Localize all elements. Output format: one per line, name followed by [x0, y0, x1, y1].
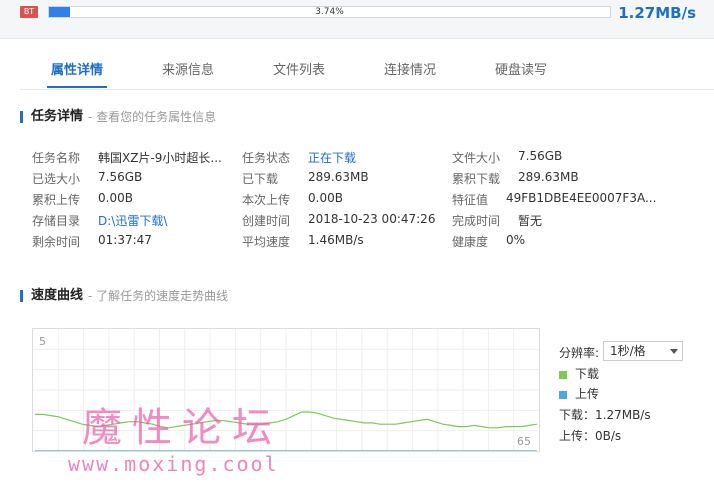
info-label: 文件大小	[452, 151, 501, 165]
info-task-name: 任务名称 韩国XZ片-9小时超长...	[32, 149, 222, 166]
tab-file-list[interactable]: 文件列表	[259, 56, 339, 90]
info-health: 健康度 0%	[452, 233, 525, 250]
info-value: 7.56GB	[518, 149, 563, 163]
legend-download-label: 下载	[575, 367, 600, 381]
info-value: 49FB1DBE4EE0007F3A...	[506, 191, 657, 205]
tab-properties[interactable]: 属性详情	[37, 56, 117, 90]
info-value: 01:37:47	[98, 233, 152, 247]
info-downloaded: 已下载 289.63MB	[242, 170, 369, 187]
info-label: 创建时间	[242, 214, 291, 228]
info-created-time: 创建时间 2018-10-23 00:47:26	[242, 212, 435, 229]
legend-upload: 上传	[559, 385, 599, 402]
task-progress-bar-area: BT 3.74% 1.27MB/s	[0, 0, 714, 39]
section-title: 任务详情	[31, 109, 84, 124]
info-label: 已下载	[242, 172, 279, 186]
info-label: 任务状态	[242, 151, 291, 165]
resolution-value: 1秒/格	[610, 344, 646, 358]
resolution-label: 分辨率:	[559, 346, 600, 360]
info-total-download: 累积下载 289.63MB	[452, 170, 579, 187]
info-value: 289.63MB	[308, 170, 369, 184]
upload-speed-readout: 上传：0B/s	[559, 429, 622, 443]
info-save-dir: 存储目录 D:\迅雷下载\	[32, 212, 167, 229]
info-total-upload: 累积上传 0.00B	[32, 191, 133, 208]
info-label: 完成时间	[452, 214, 501, 228]
info-finish-time: 完成时间 暂无	[452, 212, 542, 229]
watermark-url: www.moxing.cool	[68, 452, 279, 476]
tab-disk-io[interactable]: 硬盘读写	[481, 56, 561, 90]
tab-source-info[interactable]: 来源信息	[148, 56, 228, 90]
resolution-select[interactable]: 1秒/格	[603, 341, 683, 361]
status-value: 正在下载	[308, 151, 357, 165]
info-hash: 特征值 49FB1DBE4EE0007F3A...	[452, 191, 656, 208]
section-subtitle: - 了解任务的速度走势曲线	[88, 289, 229, 303]
chevron-down-icon	[670, 349, 678, 354]
upload-swatch	[559, 390, 567, 399]
info-task-status: 任务状态 正在下载	[242, 149, 356, 166]
current-speed: 1.27MB/s	[618, 4, 696, 22]
legend-upload-label: 上传	[575, 387, 600, 401]
info-value: 289.63MB	[518, 170, 579, 184]
info-value: 暂无	[518, 214, 543, 228]
info-value: 1.46MB/s	[308, 233, 364, 247]
info-session-upload: 本次上传 0.00B	[242, 191, 343, 208]
info-value: 7.56GB	[98, 170, 143, 184]
download-speed-readout: 下载：1.27MB/s	[559, 408, 651, 422]
save-dir-link[interactable]: D:\迅雷下载\	[98, 212, 167, 229]
download-swatch	[559, 370, 567, 379]
tab-connections[interactable]: 连接情况	[370, 56, 450, 90]
info-label: 累积上传	[32, 193, 81, 207]
info-label: 特征值	[452, 193, 489, 207]
info-file-size: 文件大小 7.56GB	[452, 149, 562, 166]
bt-badge: BT	[20, 6, 38, 18]
progress-percent: 3.74%	[315, 7, 344, 17]
info-average-speed: 平均速度 1.46MB/s	[242, 233, 364, 250]
section-marker	[20, 111, 23, 123]
detail-tabs: 属性详情 来源信息 文件列表 连接情况 硬盘读写	[0, 56, 714, 90]
info-label: 已选大小	[32, 172, 81, 186]
info-value: 2018-10-23 00:47:26	[308, 212, 436, 226]
info-selected-size: 已选大小 7.56GB	[32, 170, 142, 187]
y-max-label: 5	[39, 335, 46, 348]
tabs-divider	[20, 89, 714, 90]
info-label: 本次上传	[242, 193, 291, 207]
progress-bar: 3.74%	[48, 6, 611, 18]
info-label: 任务名称	[32, 151, 81, 165]
section-marker	[20, 290, 23, 302]
info-value: 韩国XZ片-9小时超长...	[98, 151, 222, 165]
section-title: 速度曲线	[31, 288, 84, 303]
info-label: 存储目录	[32, 214, 81, 228]
section-subtitle: - 查看您的任务属性信息	[88, 110, 217, 124]
info-label: 累积下载	[452, 172, 501, 186]
info-value: 0.00B	[98, 191, 133, 205]
watermark-title: 魔性论坛	[82, 405, 282, 451]
info-value: 0%	[506, 233, 526, 247]
info-label: 平均速度	[242, 235, 291, 249]
info-value: 0.00B	[308, 191, 343, 205]
x-max-label: 65	[517, 435, 531, 448]
info-label: 剩余时间	[32, 235, 81, 249]
info-remaining-time: 剩余时间 01:37:47	[32, 233, 152, 250]
legend-download: 下载	[559, 365, 599, 382]
info-label: 健康度	[452, 235, 489, 249]
